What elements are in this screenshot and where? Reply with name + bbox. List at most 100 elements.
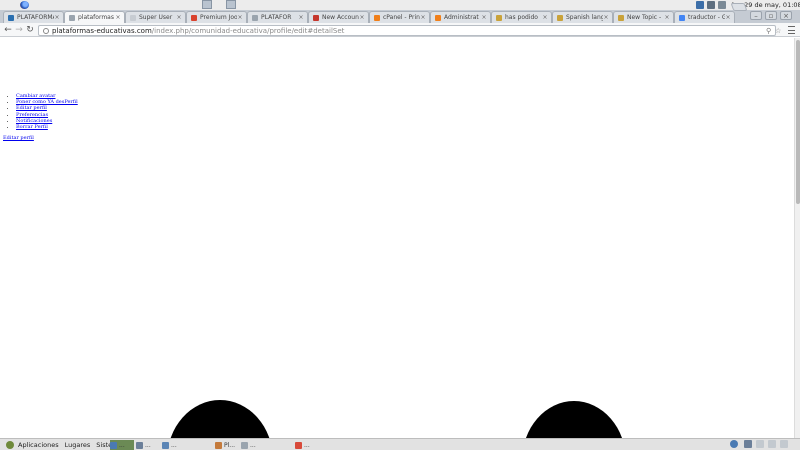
tab-close-icon[interactable]: × — [481, 14, 487, 21]
url-text[interactable]: plataformas-educativas.com/index.php/com… — [52, 27, 344, 35]
minimize-button[interactable]: – — [750, 11, 762, 20]
browser-tab[interactable]: has podido × — [491, 11, 552, 23]
window-close-button[interactable]: × — [780, 11, 792, 20]
chrome-menu-icon[interactable] — [788, 26, 795, 34]
workspace-1-icon[interactable] — [744, 440, 752, 448]
browser-tab[interactable]: Super User × — [125, 11, 186, 23]
window-icon[interactable] — [226, 0, 236, 9]
tab-close-icon[interactable]: × — [359, 14, 365, 21]
doc-icon — [496, 14, 502, 21]
page-scrollbar[interactable] — [794, 38, 800, 438]
taskbar-button[interactable]: ... — [295, 440, 317, 450]
browser-toolbar: ← → ↻ plataformas-educativas.com/index.p… — [0, 23, 800, 37]
profile-menu-link[interactable]: Editar perfil — [16, 105, 47, 111]
bookmark-star-icon[interactable]: ☆ — [775, 27, 781, 35]
menu-aplicaciones[interactable]: Aplicaciones — [18, 441, 59, 449]
tab-label: New Accoun — [322, 14, 359, 21]
profile-menu-link[interactable]: Notificaciones — [16, 118, 52, 124]
profile-menu-link[interactable]: Poner como YA desPerfil — [16, 99, 78, 105]
tab-close-icon[interactable]: × — [54, 14, 60, 21]
browser-tab[interactable]: New Topic - × — [613, 11, 674, 23]
profile-menu-link[interactable]: Cambiar avatar — [16, 93, 55, 99]
taskbar-label: ... — [119, 441, 125, 449]
profile-menu-link[interactable]: Preferencias — [16, 112, 48, 118]
tab-close-icon[interactable]: × — [115, 14, 121, 21]
tab-label: Administrat — [444, 14, 479, 21]
doc-icon — [557, 14, 563, 21]
tab-close-icon[interactable]: × — [420, 14, 426, 21]
reload-icon[interactable]: ↻ — [25, 25, 35, 35]
browser-tab[interactable]: traductor - G × — [674, 11, 735, 23]
update-shield-icon[interactable] — [696, 1, 704, 9]
network-status-icon[interactable] — [730, 440, 738, 448]
google-icon — [679, 14, 685, 21]
tab-label: Spanish lang — [566, 14, 603, 21]
tab-label: New Topic - — [627, 14, 662, 21]
tab-label: has podido — [505, 14, 538, 21]
firefox-icon[interactable] — [20, 1, 29, 9]
profile-menu-link[interactable]: Borrar Perfil — [16, 124, 48, 130]
cpanel-icon — [435, 14, 441, 21]
tab-close-icon[interactable]: × — [603, 14, 609, 21]
tab-label: Super User — [139, 14, 173, 21]
tab-close-icon[interactable]: × — [725, 14, 731, 21]
browser-tab[interactable]: New Accoun × — [308, 11, 369, 23]
tab-label: PLATAFOR — [261, 14, 292, 21]
decorative-shape-left — [167, 400, 273, 438]
workspace-3-icon[interactable] — [768, 440, 776, 448]
forward-arrow-icon[interactable]: → — [14, 25, 24, 35]
taskbar-label: ... — [250, 441, 256, 449]
gnome-foot-icon[interactable] — [6, 440, 14, 449]
taskbar-button[interactable]: ... — [136, 440, 158, 450]
window-icon — [136, 441, 143, 449]
browser-tab[interactable]: Administrat × — [430, 11, 491, 23]
window-icon[interactable] — [202, 0, 212, 9]
platform-icon — [8, 14, 14, 21]
page-icon — [252, 14, 258, 21]
back-arrow-icon[interactable]: ← — [3, 25, 13, 35]
workspace-2-icon[interactable] — [756, 440, 764, 448]
window-icon — [162, 441, 169, 449]
tab-label: cPanel - Prin — [383, 14, 420, 21]
window-icon — [295, 441, 302, 449]
tab-label: Premium Joo — [200, 14, 237, 21]
browser-tab[interactable]: Spanish lang × — [552, 11, 613, 23]
tab-label: plataformas — [78, 14, 114, 21]
new-tab-button[interactable] — [730, 3, 748, 11]
taskbar-button[interactable]: ... — [241, 440, 263, 450]
window-icon — [215, 441, 222, 449]
taskbar-button[interactable]: Pl... — [215, 440, 237, 450]
tab-close-icon[interactable]: × — [664, 14, 670, 21]
edit-profile-link[interactable]: Editar perfil — [3, 135, 34, 141]
browser-tab[interactable]: PLATAFORMA × — [3, 11, 64, 23]
tab-close-icon[interactable]: × — [298, 14, 304, 21]
browser-tab[interactable]: Premium Joo × — [186, 11, 247, 23]
scrollbar-thumb[interactable] — [796, 40, 800, 204]
tab-label: traductor - G — [688, 14, 725, 21]
taskbar-button[interactable]: ... — [110, 440, 134, 450]
profile-menu: Cambiar avatarPoner como YA desPerfilEdi… — [16, 93, 78, 130]
address-bar[interactable]: plataformas-educativas.com/index.php/com… — [38, 25, 781, 36]
top-panel: lun 29 de may, 01:08 — [0, 0, 800, 10]
site-info-icon[interactable] — [43, 27, 49, 34]
tab-label: PLATAFORMA — [17, 14, 54, 21]
page-icon — [69, 14, 75, 21]
menu-lugares[interactable]: Lugares — [65, 441, 91, 449]
search-icon[interactable]: ⚲ — [766, 27, 771, 35]
browser-tab[interactable]: PLATAFOR × — [247, 11, 308, 23]
browser-tab[interactable]: plataformas × — [64, 11, 125, 23]
tab-close-icon[interactable]: × — [542, 14, 548, 21]
network-icon[interactable] — [707, 1, 715, 9]
system-tray: lun 29 de may, 01:08 — [696, 0, 800, 10]
taskbar-label: Pl... — [224, 441, 236, 449]
volume-icon[interactable] — [718, 1, 726, 9]
tab-close-icon[interactable]: × — [237, 14, 243, 21]
browser-tab[interactable]: cPanel - Prin × — [369, 11, 430, 23]
window-icon — [241, 441, 248, 449]
tab-close-icon[interactable]: × — [176, 14, 182, 21]
maximize-button[interactable]: ▫ — [765, 11, 777, 20]
gmail-icon — [313, 14, 319, 21]
taskbar-label: ... — [304, 441, 310, 449]
workspace-4-icon[interactable] — [780, 440, 788, 448]
taskbar-button[interactable]: ... — [162, 440, 184, 450]
